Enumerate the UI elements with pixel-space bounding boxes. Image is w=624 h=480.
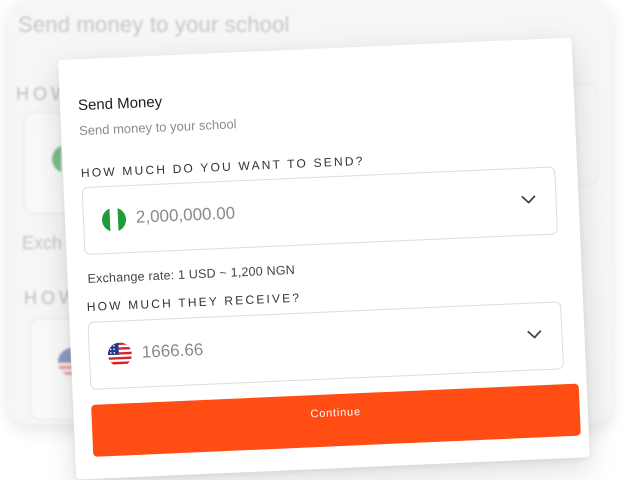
background-subtitle: Send money to your school [18, 12, 290, 37]
chevron-down-icon[interactable] [519, 190, 538, 209]
receive-amount-field[interactable]: 1666.66 [87, 301, 564, 390]
us-flag-icon [107, 342, 133, 368]
continue-button[interactable]: Continue [91, 383, 581, 457]
background-exchange-text: Exch [22, 233, 63, 253]
exchange-rate-text: Exchange rate: 1 USD ~ 1,200 NGN [87, 262, 296, 286]
send-money-modal: Send Money Send money to your school HOW… [58, 37, 590, 480]
nigeria-flag-icon [101, 207, 127, 233]
chevron-down-icon[interactable] [525, 325, 544, 344]
receive-amount-label: HOW MUCH THEY RECEIVE? [86, 290, 302, 314]
receive-amount-value: 1666.66 [141, 339, 204, 362]
continue-button-label: Continue [310, 406, 362, 421]
send-amount-field[interactable]: 2,000,000.00 [81, 166, 559, 256]
modal-subtitle: Send money to your school [78, 116, 237, 139]
modal-title: Send Money [77, 93, 163, 115]
send-amount-value: 2,000,000.00 [135, 203, 236, 227]
